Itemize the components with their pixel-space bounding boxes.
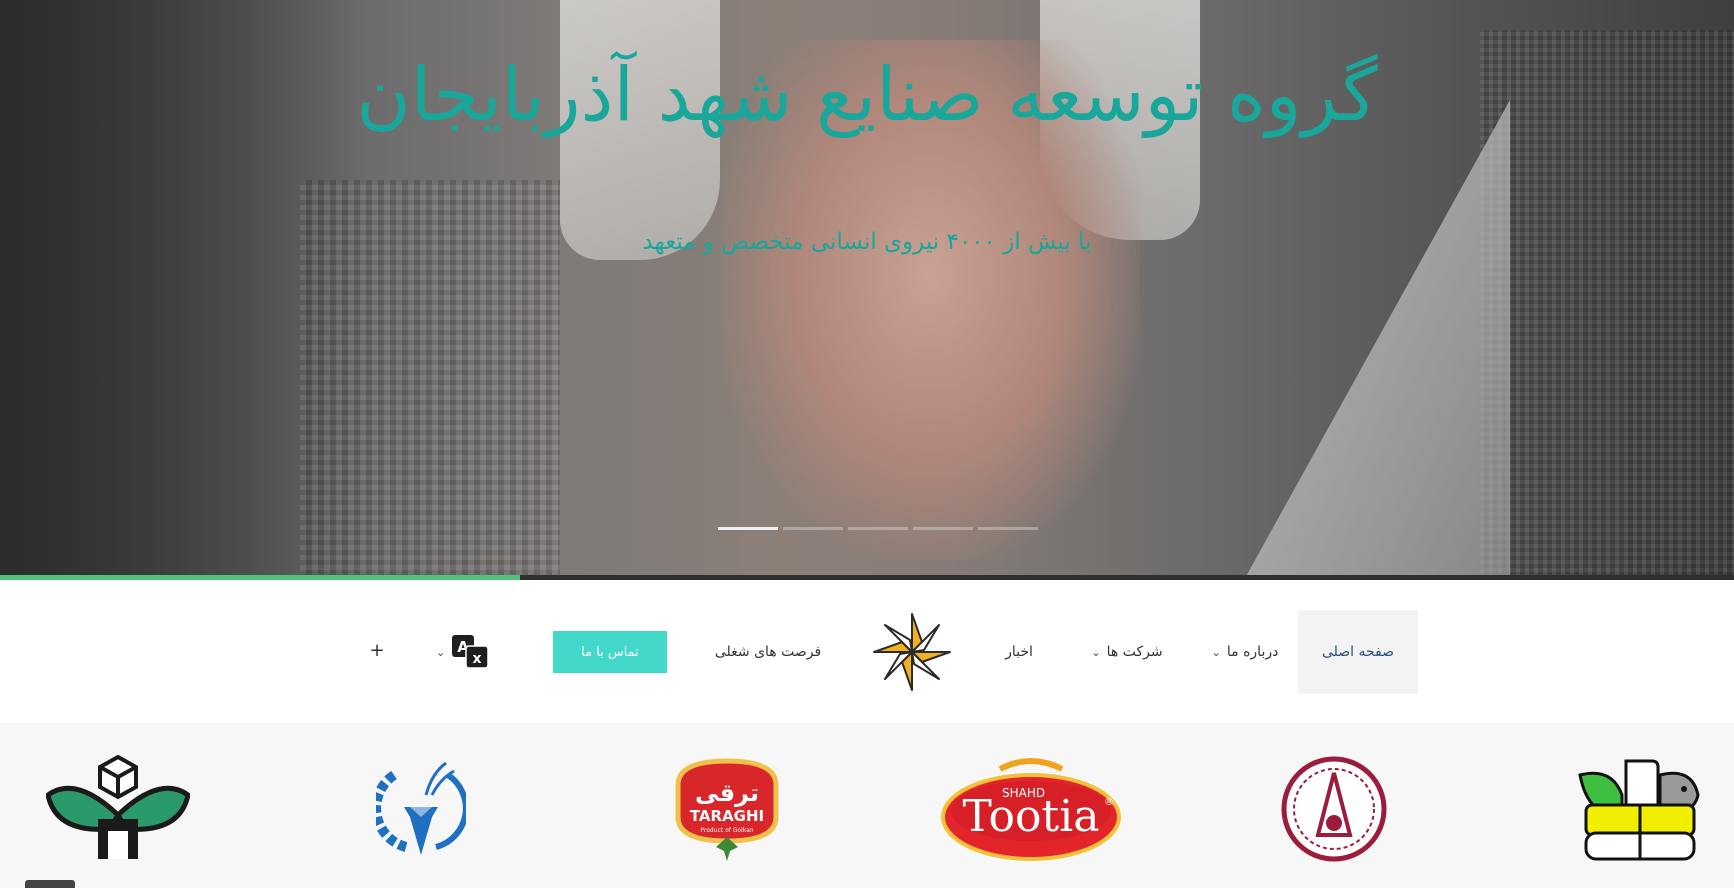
gear-emblem-icon	[1281, 756, 1387, 862]
gear-diamond-icon	[371, 761, 469, 855]
contact-button[interactable]: تماس با ما	[553, 631, 667, 673]
chevron-down-icon: ⌄	[1091, 645, 1101, 659]
brand-logo-tootia[interactable]: SHAHD Tootia ®	[940, 755, 1122, 863]
svg-text:x: x	[473, 651, 482, 667]
nav-item-careers-label: فرصت های شغلی	[714, 644, 822, 660]
nav-item-careers[interactable]: فرصت های شغلی	[708, 630, 828, 674]
brand-logo-emblem[interactable]	[1280, 755, 1388, 863]
hero-subtitle: با بیش از ۴۰۰۰ نیروی انسانی متخصص و متعه…	[642, 229, 1092, 255]
slider-dot-4[interactable]	[913, 527, 973, 530]
nav-item-news[interactable]: اخبار	[996, 630, 1042, 674]
slider-pagination	[718, 527, 1038, 530]
taraghi-en-text: TARAGHI	[690, 807, 764, 825]
page: گروه توسعه صنایع شهد آذربایجان با بیش از…	[0, 0, 1734, 888]
nav-item-about[interactable]: درباره ما ⌄	[1205, 630, 1285, 674]
translate-icon: A x	[452, 635, 489, 669]
brand-logo-leaf-fish[interactable]	[1576, 755, 1702, 863]
nav-item-companies-label: شرکت ها	[1106, 644, 1163, 660]
hero-slider[interactable]: گروه توسعه صنایع شهد آذربایجان با بیش از…	[0, 0, 1734, 580]
tootia-name-text: Tootia	[963, 791, 1100, 842]
chevron-down-icon: ⌄	[1211, 645, 1221, 659]
hero-bg-city-right	[1480, 30, 1734, 580]
brand-logo-taraghi[interactable]: ترقی TARAGHI Product of Golkan	[670, 755, 784, 863]
nav-item-news-label: اخبار	[1005, 644, 1033, 660]
language-switcher[interactable]: ⌄ A x	[436, 632, 498, 672]
nav-item-about-label: درباره ما	[1226, 644, 1279, 660]
leaves-box-icon	[45, 754, 191, 859]
leaf-fish-logo-icon	[1578, 759, 1700, 861]
taraghi-tag-text: Product of Golkan	[700, 827, 753, 834]
tootia-mark-text: ®	[1104, 797, 1114, 808]
nav-item-home-label: صفحه اصلی	[1321, 644, 1395, 660]
taraghi-logo-icon: ترقی TARAGHI Product of Golkan	[675, 758, 779, 861]
star-logo-icon	[873, 613, 951, 691]
chevron-down-icon: ⌄	[436, 645, 446, 659]
corner-tab[interactable]	[25, 880, 75, 888]
tootia-logo-icon: SHAHD Tootia ®	[941, 758, 1121, 861]
slider-dot-2[interactable]	[783, 527, 843, 530]
slider-dot-5[interactable]	[978, 527, 1038, 530]
hero-title: گروه توسعه صنایع شهد آذربایجان	[356, 52, 1378, 138]
company-logo[interactable]	[870, 610, 954, 694]
brand-logo-strip: SHAHD Tootia ® ترقی TARAGHI Product of G…	[0, 723, 1734, 888]
taraghi-fa-text: ترقی	[695, 779, 759, 807]
brand-logo-gear-diamond[interactable]	[371, 755, 469, 863]
nav-item-home[interactable]: صفحه اصلی	[1298, 610, 1418, 694]
slider-dot-1[interactable]	[718, 527, 778, 530]
slider-dot-3[interactable]	[848, 527, 908, 530]
nav-item-companies[interactable]: شرکت ها ⌄	[1082, 630, 1172, 674]
brand-logo-leaves-box[interactable]	[45, 754, 191, 863]
expand-plus-button[interactable]: +	[368, 640, 386, 664]
main-nav: صفحه اصلی درباره ما ⌄ شرکت ها ⌄ اخبار فر…	[0, 580, 1734, 723]
